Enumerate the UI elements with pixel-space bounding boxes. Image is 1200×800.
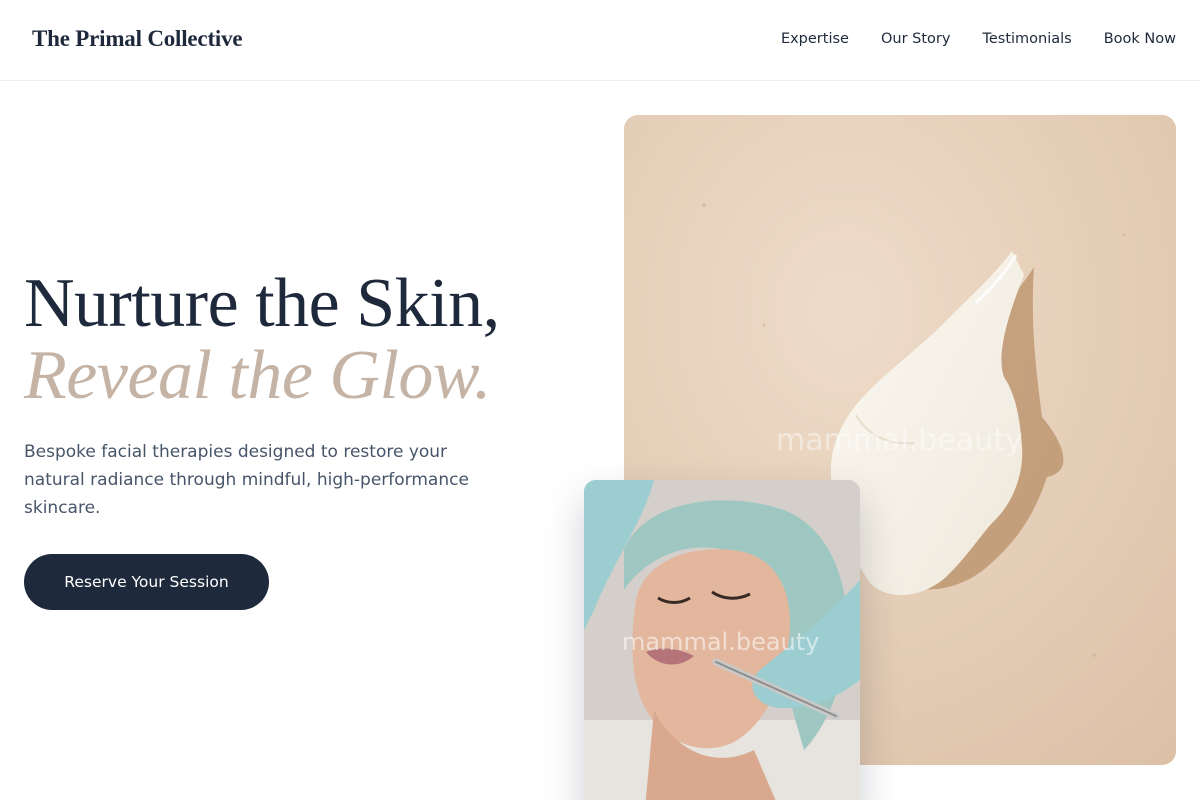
facial-treatment-image: mammal.beauty <box>584 480 860 800</box>
hero-description: Bespoke facial therapies designed to res… <box>24 442 469 518</box>
nav-link-our-story[interactable]: Our Story <box>881 31 950 47</box>
headline-line-2: Reveal the Glow. <box>24 337 491 414</box>
nav-link-book-now[interactable]: Book Now <box>1104 31 1176 47</box>
hero-headline: Nurture the Skin, Reveal the Glow. <box>24 268 500 412</box>
headline-line-1: Nurture the Skin, <box>24 265 500 342</box>
main-nav: Expertise Our Story Testimonials Book No… <box>781 31 1176 47</box>
page: The Primal Collective Expertise Our Stor… <box>0 0 1200 800</box>
site-header: The Primal Collective Expertise Our Stor… <box>0 0 1200 81</box>
reserve-session-button[interactable]: Reserve Your Session <box>24 554 269 610</box>
nav-link-expertise[interactable]: Expertise <box>781 31 849 47</box>
facial-treatment-graphic <box>584 480 860 800</box>
nav-link-testimonials[interactable]: Testimonials <box>982 31 1071 47</box>
brand-logo[interactable]: The Primal Collective <box>32 26 243 52</box>
